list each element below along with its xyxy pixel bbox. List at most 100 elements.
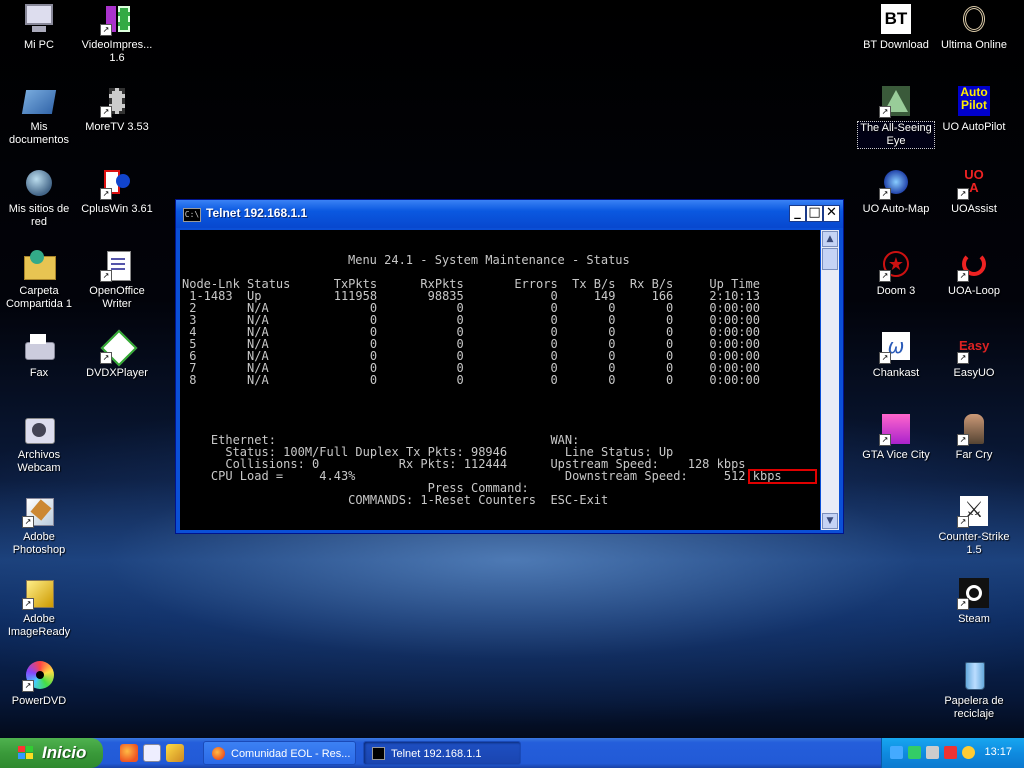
task-button-firefox[interactable]: Comunidad EOL - Res... [203, 741, 356, 765]
desktop-icon-openoffice-writer[interactable]: ↗ OpenOffice Writer [78, 248, 156, 311]
quicklaunch-app-icon[interactable] [166, 744, 184, 762]
recycle-bin-icon [957, 660, 991, 692]
steam-icon: ↗ [957, 578, 991, 610]
task-label: Telnet 192.168.1.1 [391, 748, 482, 760]
shortcut-arrow-icon: ↗ [879, 188, 891, 200]
window-title: Telnet 192.168.1.1 [206, 206, 308, 220]
dvdxplayer-icon: ↗ [100, 329, 138, 367]
icon-label: Adobe Photoshop [12, 531, 66, 556]
maximize-button[interactable]: □ [806, 205, 823, 222]
desktop-icon-moretv[interactable]: ↗ MoreTV 3.53 [78, 84, 156, 134]
desktop-icon-counter-strike[interactable]: ⚔ ↗ Counter-Strike 1.5 [935, 494, 1013, 557]
shortcut-arrow-icon: ↗ [100, 106, 112, 118]
icon-label: EasyUO [953, 367, 995, 379]
film-clapper-icon: ↗ [100, 4, 134, 36]
icon-label: Counter-Strike 1.5 [938, 531, 1010, 556]
bluetooth-icon[interactable] [890, 746, 903, 759]
desktop-icon-powerdvd[interactable]: ↗ PowerDVD [0, 658, 78, 708]
start-button[interactable]: Inicio [0, 738, 103, 768]
shortcut-arrow-icon: ↗ [879, 434, 891, 446]
uoassist-icon: UO A ↗ [957, 168, 991, 200]
desktop-icon-dvdxplayer[interactable]: ↗ DVDXPlayer [78, 329, 156, 380]
tray-app-icon[interactable] [962, 746, 975, 759]
desktop-icon-photoshop[interactable]: ↗ Adobe Photoshop [0, 494, 78, 557]
icon-label: GTA Vice City [862, 449, 930, 461]
bt-download-icon: BT [879, 4, 913, 36]
desktop-icon-far-cry[interactable]: ↗ Far Cry [935, 412, 1013, 462]
desktop-icon-gta-vice-city[interactable]: ↗ GTA Vice City [857, 412, 935, 462]
window-titlebar[interactable]: C:\ Telnet 192.168.1.1 _ □ ✕ [176, 200, 843, 228]
shortcut-arrow-icon: ↗ [879, 106, 891, 118]
desktop-icon-network-places[interactable]: Mis sitios de red [0, 166, 78, 229]
icon-label: CplusWin 3.61 [81, 203, 153, 215]
icon-label: Mis documentos [9, 121, 69, 146]
desktop-icon-chankast[interactable]: ω ↗ Chankast [857, 330, 935, 380]
desktop-icon-mi-pc[interactable]: Mi PC [0, 2, 78, 52]
ati-icon[interactable] [944, 746, 957, 759]
cpluswin-icon: ↗ [100, 168, 134, 200]
icon-label: Carpeta Compartida 1 [5, 285, 73, 310]
telnet-window[interactable]: C:\ Telnet 192.168.1.1 _ □ ✕ Menu 24.1 -… [175, 199, 844, 534]
desktop-icon-uo-autopilot[interactable]: Auto Pilot UO AutoPilot [935, 84, 1013, 134]
dvd-disc-icon: ↗ [22, 660, 56, 692]
icon-label: Chankast [872, 367, 920, 379]
firefox-quicklaunch-icon[interactable] [120, 744, 138, 762]
shortcut-arrow-icon: ↗ [22, 516, 34, 528]
desktop-icon-fax[interactable]: Fax [0, 330, 78, 380]
vertical-scrollbar[interactable]: ▲ ▼ [821, 230, 839, 530]
icon-label: Ultima Online [940, 39, 1008, 51]
system-tray: 13:17 [881, 738, 1024, 768]
loop-arrow-icon: ↗ [957, 250, 991, 282]
icon-label: UOA-Loop [948, 285, 1000, 297]
desktop-icon-cpluswin[interactable]: ↗ CplusWin 3.61 [78, 166, 156, 216]
network-globe-icon [22, 168, 56, 200]
desktop-icon-webcam[interactable]: Archivos Webcam [0, 412, 78, 475]
volume-icon[interactable] [926, 746, 939, 759]
minimize-button[interactable]: _ [789, 205, 806, 222]
shortcut-arrow-icon: ↗ [100, 270, 112, 282]
computer-icon [22, 4, 56, 36]
console-output[interactable]: Menu 24.1 - System Maintenance - Status … [180, 230, 820, 530]
shared-folder-icon [22, 250, 56, 282]
icon-label: BT Download [863, 39, 929, 51]
desktop-icon-my-documents[interactable]: Mis documentos [0, 84, 78, 147]
desktop-icon-uoassist[interactable]: UO A ↗ UOAssist [935, 166, 1013, 216]
icon-label: UO Auto-Map [862, 203, 930, 215]
desktop-icon-shared-folder[interactable]: Carpeta Compartida 1 [0, 248, 78, 311]
icon-label: Steam [958, 613, 990, 625]
desktop-icon-recycle-bin[interactable]: Papelera de reciclaje [935, 658, 1013, 721]
console-icon: C:\ [183, 208, 201, 222]
icon-label: UOAssist [951, 203, 997, 215]
desktop-icon-ultima-online[interactable]: Ultima Online [935, 2, 1013, 52]
shortcut-arrow-icon: ↗ [957, 270, 969, 282]
icon-label: Papelera de reciclaje [944, 695, 1004, 720]
clock[interactable]: 13:17 [984, 746, 1012, 758]
desktop-icon-all-seeing-eye[interactable]: ↗ The All-Seeing Eye [857, 84, 935, 149]
shortcut-arrow-icon: ↗ [879, 270, 891, 282]
shortcut-arrow-icon: ↗ [957, 352, 969, 364]
icon-label: Adobe ImageReady [7, 613, 71, 638]
desktop-icon-bt-download[interactable]: BT BT Download [857, 2, 935, 52]
network-tray-icon[interactable] [908, 746, 921, 759]
scroll-down-arrow-icon[interactable]: ▼ [822, 513, 838, 529]
desktop-icon-uoa-loop[interactable]: ↗ UOA-Loop [935, 248, 1013, 298]
document-page-icon: ↗ [100, 250, 134, 282]
desktop-icon-uo-automap[interactable]: ↗ UO Auto-Map [857, 166, 935, 216]
shortcut-arrow-icon: ↗ [957, 598, 969, 610]
show-desktop-icon[interactable] [143, 744, 161, 762]
desktop-icon-easyuo[interactable]: Easy ↗ EasyUO [935, 330, 1013, 380]
scroll-thumb[interactable] [822, 248, 838, 270]
easyuo-icon: Easy ↗ [957, 338, 990, 364]
desktop-icon-videoimpression[interactable]: ↗ VideoImpres... 1.6 [78, 2, 156, 65]
shortcut-arrow-icon: ↗ [957, 434, 969, 446]
shortcut-arrow-icon: ↗ [22, 598, 34, 610]
close-button[interactable]: ✕ [823, 205, 840, 222]
scroll-up-arrow-icon[interactable]: ▲ [822, 231, 838, 247]
desktop-icon-imageready[interactable]: ↗ Adobe ImageReady [0, 576, 78, 639]
console-icon [372, 747, 385, 760]
automap-icon: ↗ [879, 168, 913, 200]
icon-label: UO AutoPilot [942, 121, 1006, 133]
desktop-icon-doom3[interactable]: ★ ↗ Doom 3 [857, 248, 935, 298]
desktop-icon-steam[interactable]: ↗ Steam [935, 576, 1013, 626]
task-button-telnet[interactable]: Telnet 192.168.1.1 [363, 741, 521, 765]
